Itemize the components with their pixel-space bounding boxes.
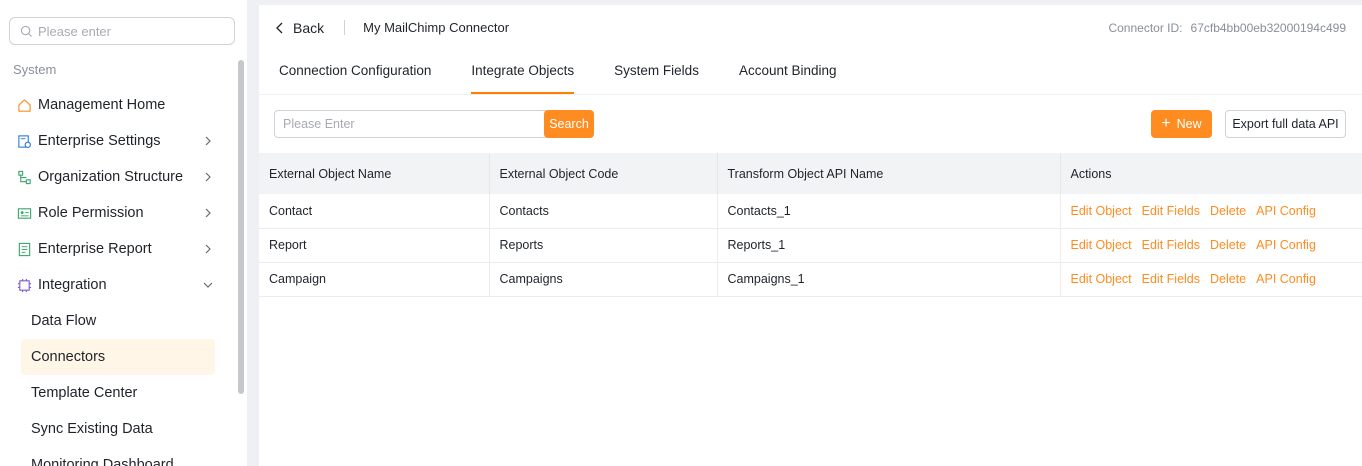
object-name-cell: Report — [259, 228, 490, 263]
connector-name: My MailChimp Connector — [363, 20, 510, 35]
top-bar: Back My MailChimp Connector Connector ID… — [259, 5, 1362, 50]
column-header: Transform Object API Name — [717, 153, 1061, 194]
sidebar-item-label: Enterprise Report — [38, 241, 152, 257]
api-config-link[interactable]: API Config — [1256, 238, 1316, 252]
sidebar-subitem-monitoring-dashboard[interactable]: Monitoring Dashboard — [0, 447, 236, 466]
connector-id-value: 67cfb4bb00eb32000194c499 — [1190, 21, 1346, 35]
column-header: Actions — [1060, 153, 1362, 194]
actions-cell: Edit Object Edit Fields Delete API Config — [1060, 262, 1362, 297]
chevron-left-icon — [276, 22, 283, 33]
back-label: Back — [293, 19, 325, 36]
sidebar-subitem-template-center[interactable]: Template Center — [0, 375, 236, 411]
delete-link[interactable]: Delete — [1210, 238, 1246, 252]
object-name-cell: Campaign — [259, 262, 490, 297]
id-card-icon — [17, 206, 32, 221]
object-name-cell: Contact — [259, 194, 490, 229]
tab-connection-configuration[interactable]: Connection Configuration — [279, 50, 431, 95]
edit-object-link[interactable]: Edit Object — [1071, 204, 1132, 218]
sidebar-item-management-home[interactable]: Management Home — [0, 87, 236, 123]
home-icon — [17, 98, 32, 113]
chevron-right-icon — [205, 172, 211, 182]
column-header: External Object Name — [259, 153, 490, 194]
table-row: Campaign Campaigns Campaigns_1 Edit Obje… — [259, 262, 1362, 297]
column-header: External Object Code — [489, 153, 718, 194]
object-code-cell: Reports — [489, 228, 718, 263]
sidebar-subitem-sync-existing-data[interactable]: Sync Existing Data — [0, 411, 236, 447]
sidebar-subitem-connectors[interactable]: Connectors — [21, 339, 215, 375]
table-header-row: External Object Name External Object Cod… — [259, 153, 1362, 194]
object-search-input[interactable] — [274, 110, 546, 138]
chevron-right-icon — [205, 136, 211, 146]
edit-object-link[interactable]: Edit Object — [1071, 272, 1132, 286]
main-panel: Back My MailChimp Connector Connector ID… — [259, 5, 1362, 466]
sidebar-item-label: Role Permission — [38, 205, 144, 221]
api-config-link[interactable]: API Config — [1256, 272, 1316, 286]
delete-link[interactable]: Delete — [1210, 204, 1246, 218]
connector-id-label: Connector ID: — [1108, 21, 1183, 35]
plus-icon: + — [1161, 115, 1171, 132]
object-code-cell: Contacts — [489, 194, 718, 229]
object-search: Search — [274, 110, 596, 138]
search-icon — [20, 25, 33, 37]
export-full-data-api-button[interactable]: Export full data API — [1225, 110, 1346, 138]
new-button[interactable]: + New — [1151, 110, 1212, 138]
sidebar-item-role-permission[interactable]: Role Permission — [0, 195, 236, 231]
edit-fields-link[interactable]: Edit Fields — [1142, 204, 1200, 218]
chevron-right-icon — [205, 208, 211, 218]
tab-account-binding[interactable]: Account Binding — [739, 50, 837, 95]
sidebar: System Management Home Enterprise Settin… — [0, 0, 247, 466]
edit-fields-link[interactable]: Edit Fields — [1142, 272, 1200, 286]
sidebar-search-input[interactable] — [38, 23, 218, 39]
sidebar-subitem-data-flow[interactable]: Data Flow — [0, 303, 236, 339]
report-icon — [17, 242, 32, 257]
chip-icon — [17, 278, 32, 293]
sidebar-item-label: Organization Structure — [38, 169, 184, 185]
api-name-cell: Contacts_1 — [717, 194, 1061, 229]
api-name-cell: Campaigns_1 — [717, 262, 1061, 297]
table-row: Contact Contacts Contacts_1 Edit Object E… — [259, 194, 1362, 229]
delete-link[interactable]: Delete — [1210, 272, 1246, 286]
api-config-link[interactable]: API Config — [1256, 204, 1316, 218]
edit-fields-link[interactable]: Edit Fields — [1142, 238, 1200, 252]
sidebar-search[interactable] — [9, 17, 235, 45]
back-button[interactable]: Back — [275, 20, 324, 36]
divider — [344, 20, 346, 35]
sidebar-section-title: System — [13, 62, 57, 77]
new-button-label: New — [1176, 117, 1202, 131]
sidebar-item-label: Management Home — [38, 97, 166, 113]
sidebar-item-organization-structure[interactable]: Organization Structure — [0, 159, 236, 195]
connector-id: Connector ID: 67cfb4bb00eb32000194c499 — [1108, 21, 1346, 35]
tab-system-fields[interactable]: System Fields — [614, 50, 699, 95]
toolbar: Search + New Export full data API — [259, 95, 1362, 153]
edit-object-link[interactable]: Edit Object — [1071, 238, 1132, 252]
search-button[interactable]: Search — [544, 110, 594, 138]
objects-table: External Object Name External Object Cod… — [259, 153, 1362, 297]
chevron-down-icon — [203, 282, 213, 288]
org-icon — [17, 170, 32, 185]
actions-cell: Edit Object Edit Fields Delete API Config — [1060, 228, 1362, 263]
sidebar-item-label: Enterprise Settings — [38, 133, 161, 149]
sidebar-item-label: Integration — [38, 277, 107, 293]
sidebar-item-integration[interactable]: Integration — [0, 267, 236, 303]
table-row: Report Reports Reports_1 Edit Object Edit… — [259, 228, 1362, 263]
sidebar-item-enterprise-report[interactable]: Enterprise Report — [0, 231, 236, 267]
sidebar-menu: Management Home Enterprise Settings Orga… — [0, 87, 236, 466]
api-name-cell: Reports_1 — [717, 228, 1061, 263]
object-code-cell: Campaigns — [489, 262, 718, 297]
chevron-right-icon — [205, 244, 211, 254]
tab-bar: Connection Configuration Integrate Objec… — [259, 50, 1362, 95]
actions-cell: Edit Object Edit Fields Delete API Config — [1060, 194, 1362, 229]
tab-integrate-objects[interactable]: Integrate Objects — [471, 50, 574, 95]
sidebar-item-enterprise-settings[interactable]: Enterprise Settings — [0, 123, 236, 159]
settings-icon — [17, 134, 32, 149]
sidebar-scrollbar[interactable] — [238, 60, 244, 394]
